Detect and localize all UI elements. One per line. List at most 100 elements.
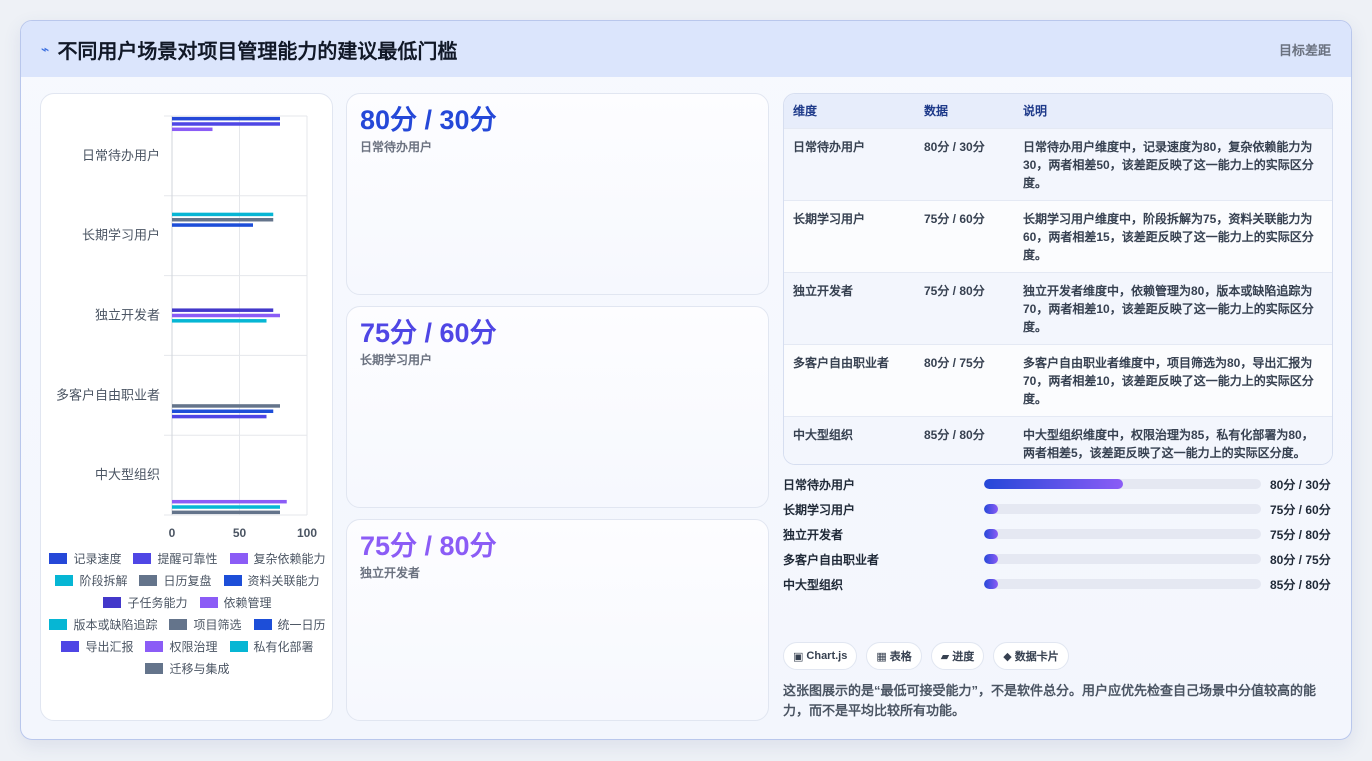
stat-card: 80分 / 30分 日常待办用户	[346, 93, 769, 295]
legend-item[interactable]: 记录速度	[49, 550, 121, 566]
bar	[172, 505, 280, 509]
table-row: 多客户自由职业者 80分 / 75分 多客户自由职业者维度中，项目筛选为80，导…	[784, 343, 1332, 416]
table-cell: 80分 / 30分	[915, 127, 1014, 200]
bar	[172, 127, 213, 132]
stat-card-value: 75分 / 80分	[360, 531, 497, 561]
progress-icon: ▰	[940, 650, 950, 663]
progress-track	[984, 529, 1261, 539]
legend-item[interactable]: 提醒可靠性	[133, 550, 218, 566]
stat-card-label: 日常待办用户	[360, 140, 433, 154]
table-row: 长期学习用户 75分 / 60分 长期学习用户维度中，阶段拆解为75，资料关联能…	[784, 199, 1332, 272]
legend-swatch	[145, 640, 164, 652]
progress-label: 独立开发者	[783, 527, 844, 542]
bar	[172, 223, 253, 227]
table-cell: 独立开发者维度中，依赖管理为80，版本或缺陷追踪为70，两者相差10，该差距反映…	[1014, 271, 1332, 344]
legend-item[interactable]: 资料关联能力	[223, 572, 320, 588]
legend-label: 日历复盘	[163, 573, 212, 588]
legend-swatch	[145, 662, 164, 674]
column-header: 维度	[793, 104, 818, 119]
table-cell: 独立开发者	[784, 271, 915, 344]
progress-row: 独立开发者 75分 / 80分	[783, 525, 1333, 543]
table-cell: 长期学习用户维度中，阶段拆解为75，资料关联能力为60，两者相差15，该差距反映…	[1014, 199, 1332, 272]
progress-row: 多客户自由职业者 80分 / 75分	[783, 550, 1333, 568]
table-cell: 多客户自由职业者维度中，项目筛选为80，导出汇报为70，两者相差10，该差距反映…	[1014, 343, 1332, 416]
chip-chartjs[interactable]: ▣ Chart.js	[783, 642, 858, 670]
legend-item[interactable]: 私有化部署	[229, 638, 314, 654]
legend-swatch	[55, 574, 74, 586]
progress-fill	[984, 579, 998, 589]
legend-item[interactable]: 项目筛选	[169, 616, 242, 632]
diamond-icon: ◆	[1003, 650, 1012, 663]
legend-label: 私有化部署	[253, 639, 314, 654]
legend-label: 导出汇报	[85, 639, 134, 654]
category-label: 日常待办用户	[82, 148, 160, 163]
table-cell: 日常待办用户维度中，记录速度为80，复杂依赖能力为30，两者相差50，该差距反映…	[1014, 127, 1332, 200]
legend-swatch	[139, 574, 158, 586]
table-cell: 85分 / 80分	[915, 415, 1014, 464]
table-cell: 长期学习用户	[784, 199, 915, 272]
progress-row: 日常待办用户 80分 / 30分	[783, 475, 1333, 493]
legend-item[interactable]: 导出汇报	[61, 638, 133, 654]
category-label: 独立开发者	[95, 308, 160, 323]
legend-swatch	[223, 574, 242, 586]
legend-swatch	[103, 596, 122, 608]
bolt-icon: ⌁	[41, 40, 50, 57]
table-cell: 75分 / 60分	[915, 199, 1014, 272]
chip-row: ▣ Chart.js ▦ 表格 ▰ 进度 ◆ 数据卡片	[783, 642, 1069, 670]
legend-item[interactable]: 统一日历	[253, 616, 326, 632]
bar	[172, 212, 274, 217]
table-cell: 多客户自由职业者	[784, 343, 915, 416]
legend-swatch	[199, 596, 218, 608]
bar	[172, 308, 274, 312]
category-label: 中大型组织	[95, 467, 160, 482]
chip-label: 进度	[952, 651, 975, 663]
legend-item[interactable]: 迁移与集成	[145, 660, 230, 676]
chip-table[interactable]: ▦ 表格	[866, 642, 922, 670]
table-row: 中大型组织 85分 / 80分 中大型组织维度中，权限治理为85，私有化部署为8…	[784, 415, 1332, 464]
legend-label: 提醒可靠性	[157, 551, 218, 566]
chip-cards[interactable]: ◆ 数据卡片	[993, 642, 1069, 670]
data-table: 维度 数据 说明 日常待办用户 80分 / 30分 日常待办用户维度中，记录速度…	[783, 93, 1333, 465]
chip-progress[interactable]: ▰ 进度	[930, 642, 985, 670]
legend-item[interactable]: 复杂依赖能力	[229, 550, 326, 566]
legend-swatch	[253, 618, 272, 630]
dashboard-frame: ⌁ 不同用户场景对项目管理能力的建议最低门槛 目标差距 日常待办用户 长期学习用户…	[20, 20, 1352, 740]
stat-card-value: 75分 / 60分	[360, 318, 497, 348]
legend-item[interactable]: 日历复盘	[139, 572, 212, 588]
legend-label: 项目筛选	[193, 617, 242, 632]
progress-value: 80分 / 75分	[1270, 552, 1331, 567]
chart-legend: 记录速度 提醒可靠性 复杂依赖能力阶段拆解 日历复盘 资料关联能力子任务能力 依赖管理版本…	[49, 550, 326, 676]
legend-swatch	[169, 618, 188, 630]
table-icon: ▦	[876, 650, 887, 663]
progress-track	[984, 554, 1261, 564]
legend-item[interactable]: 子任务能力	[103, 594, 188, 610]
progress-label: 长期学习用户	[783, 502, 856, 517]
bar	[172, 499, 287, 504]
legend-item[interactable]: 依赖管理	[199, 594, 272, 610]
legend-label: 资料关联能力	[247, 573, 320, 588]
stat-card-label: 独立开发者	[360, 566, 421, 580]
column-header: 说明	[1023, 104, 1048, 119]
chip-label: 数据卡片	[1014, 651, 1059, 663]
bar	[172, 116, 280, 121]
legend-swatch	[49, 618, 68, 630]
legend-label: 记录速度	[73, 551, 122, 566]
category-label: 多客户自由职业者	[56, 387, 160, 402]
tick-label: 100	[297, 526, 317, 540]
bar-chart: 日常待办用户长期学习用户独立开发者多客户自由职业者中大型组织 0 50 100	[56, 115, 317, 540]
legend-item[interactable]: 阶段拆解	[55, 572, 127, 588]
bar	[172, 313, 280, 318]
legend-item[interactable]: 版本或缺陷追踪	[49, 616, 157, 632]
progress-fill	[984, 554, 998, 564]
bar	[172, 414, 267, 419]
legend-label: 版本或缺陷追踪	[73, 617, 158, 632]
progress-label: 多客户自由职业者	[783, 552, 880, 567]
bar	[172, 404, 280, 408]
chart-icon: ▣	[793, 650, 804, 663]
progress-value: 75分 / 80分	[1270, 527, 1331, 542]
chip-label: 表格	[889, 651, 912, 663]
legend-swatch	[229, 552, 248, 564]
footnote: 这张图展示的是“最低可接受能力”，不是软件总分。用户应优先检查自己场景中分值较高…	[783, 683, 1317, 718]
legend-label: 迁移与集成	[169, 661, 230, 676]
legend-item[interactable]: 权限治理	[145, 638, 218, 654]
